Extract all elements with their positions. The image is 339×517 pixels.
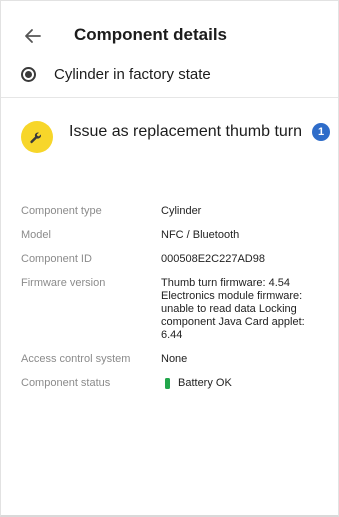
factory-state-option[interactable]: Cylinder in factory state: [21, 63, 211, 85]
detail-row-component-id: Component ID 000508E2C227AD98: [21, 253, 328, 266]
details-list: Component type Cylinder Model NFC / Blue…: [21, 205, 328, 401]
arrow-left-icon: [25, 29, 41, 43]
issue-replacement-label: Issue as replacement thumb turn: [69, 123, 303, 140]
model-value: NFC / Bluetooth: [161, 229, 240, 241]
back-button[interactable]: [21, 24, 45, 48]
access-control-system-label: Access control system: [21, 353, 131, 365]
detail-row-model: Model NFC / Bluetooth: [21, 229, 328, 242]
page-title: Component details: [74, 25, 228, 44]
model-label: Model: [21, 229, 51, 241]
header: Component details Cylinder in factory st…: [1, 1, 338, 97]
battery-icon: [165, 378, 170, 389]
radio-button[interactable]: [21, 66, 36, 82]
count-badge: 1: [312, 123, 330, 141]
component-type-label: Component type: [21, 205, 102, 217]
detail-row-firmware-version: Firmware version Thumb turn firmware: 4.…: [21, 277, 328, 342]
component-type-value: Cylinder: [161, 205, 202, 217]
factory-state-label: Cylinder in factory state: [54, 65, 211, 83]
access-control-system-value: None: [161, 353, 188, 365]
detail-row-access-control-system: Access control system None: [21, 353, 328, 366]
component-status-value: Battery OK: [161, 377, 311, 390]
issue-replacement-action[interactable]: Issue as replacement thumb turn 1: [21, 117, 338, 157]
firmware-version-value: Thumb turn firmware: 4.54 Electronics mo…: [161, 277, 305, 341]
component-id-value: 000508E2C227AD98: [161, 253, 265, 265]
battery-status-text: Battery OK: [178, 377, 232, 389]
component-id-label: Component ID: [21, 253, 92, 265]
component-status-label: Component status: [21, 377, 111, 389]
wrench-icon: [21, 121, 53, 153]
firmware-version-label: Firmware version: [21, 277, 106, 289]
detail-row-component-type: Component type Cylinder: [21, 205, 328, 218]
detail-row-component-status: Component status Battery OK: [21, 377, 328, 390]
divider: [1, 97, 338, 98]
component-details-screen: Component details Cylinder in factory st…: [0, 0, 339, 517]
radio-selected-dot: [25, 70, 32, 78]
